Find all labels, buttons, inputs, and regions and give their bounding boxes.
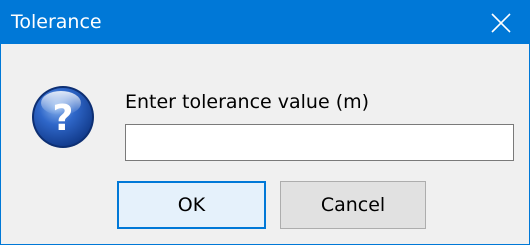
prompt-label: Enter tolerance value (m)	[125, 91, 370, 113]
close-button[interactable]	[473, 1, 529, 44]
tolerance-dialog: Tolerance ? Enter tolerance value (m) OK…	[0, 0, 530, 245]
title-bar[interactable]: Tolerance	[1, 1, 529, 44]
svg-text:?: ?	[53, 98, 74, 139]
tolerance-input[interactable]	[125, 124, 514, 161]
cancel-button[interactable]: Cancel	[280, 181, 426, 229]
question-icon: ?	[32, 86, 94, 148]
window-title: Tolerance	[11, 11, 102, 33]
ok-button[interactable]: OK	[117, 181, 266, 229]
dialog-body: ? Enter tolerance value (m) OK Cancel	[1, 44, 529, 244]
close-icon	[491, 12, 511, 33]
